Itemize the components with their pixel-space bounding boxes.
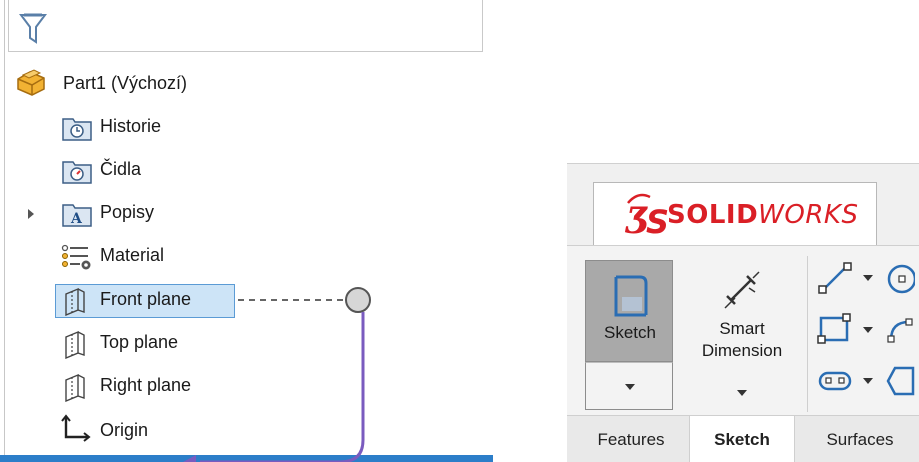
solidworks-logo[interactable]: Ʒ S SOLIDWORKS — [593, 182, 877, 246]
sketch-button-label: Sketch — [604, 323, 656, 342]
solidworks-wordmark: SOLIDWORKS — [667, 200, 858, 230]
svg-text:S: S — [646, 203, 669, 241]
filter-box[interactable] — [8, 0, 483, 52]
plane-icon — [65, 373, 85, 402]
slot-tool-button[interactable] — [817, 362, 915, 402]
expand-chevron-icon[interactable] — [28, 209, 34, 219]
part-icon — [17, 69, 45, 96]
tree-border — [4, 0, 5, 455]
logo-band: Ʒ S SOLIDWORKS — [567, 163, 919, 246]
smart-dimension-button[interactable]: Smart Dimension — [687, 260, 797, 410]
tree-item-origin[interactable]: Origin — [60, 413, 200, 447]
rectangle-tool-button[interactable] — [817, 310, 913, 350]
tree-item-label: Top plane — [100, 332, 179, 352]
polygon-tool-icon[interactable] — [885, 364, 915, 398]
tab-surfaces[interactable]: Surfaces — [805, 416, 915, 462]
tree-item-label: Historie — [100, 116, 162, 136]
material-icon — [61, 244, 91, 270]
svg-text:A: A — [70, 211, 83, 227]
tab-features[interactable]: Features — [579, 416, 683, 462]
ds-logo-icon: Ʒ S — [624, 193, 669, 241]
tab-sketch[interactable]: Sketch — [689, 416, 795, 462]
sketch-dropdown-button[interactable] — [585, 362, 673, 410]
sketch-icon — [614, 275, 648, 317]
smart-dimension-label-line-1: Smart — [719, 319, 765, 338]
rectangle-icon — [817, 313, 851, 344]
logo-solid-text: SOLID — [667, 200, 759, 230]
logo-works-text: WORKS — [758, 200, 859, 230]
slot-icon — [818, 371, 852, 391]
origin-icon — [61, 414, 91, 442]
tree-item-label: Right plane — [100, 375, 192, 395]
command-manager-ribbon: Sketch Smart Dimension — [567, 245, 919, 415]
smart-dimension-icon — [724, 271, 760, 309]
command-manager-tabs: Features Sketch Surfaces — [567, 415, 919, 462]
connector-arrow-head-icon — [183, 455, 196, 462]
line-icon — [818, 262, 852, 294]
ribbon-separator — [807, 256, 808, 412]
dropdown-caret-icon[interactable] — [863, 275, 873, 281]
history-folder-icon — [62, 118, 92, 141]
status-accent-bar — [0, 455, 493, 462]
part-label: Part1 (Výchozí) — [63, 73, 188, 93]
sketch-button[interactable]: Sketch — [585, 260, 673, 362]
solidworks-ribbon-panel: Ʒ S SOLIDWORKS Sketch Smart Dimension Fe… — [567, 163, 919, 462]
plane-icon — [65, 287, 85, 316]
tree-item-label: Front plane — [100, 289, 192, 309]
feature-manager-tree: Part1 (Výchozí) Historie Čidla A Popisy — [0, 0, 493, 462]
arc-tool-icon[interactable] — [885, 314, 915, 346]
smart-dimension-label-line-2: Dimension — [701, 341, 783, 360]
annotations-folder-icon: A — [62, 204, 92, 227]
tree-item-label: Čidla — [100, 159, 142, 179]
dropdown-caret-icon[interactable] — [737, 390, 747, 396]
line-tool-button[interactable] — [817, 260, 915, 300]
tree-item-label: Popisy — [100, 202, 155, 222]
tree-item-label: Origin — [100, 420, 149, 440]
dropdown-caret-icon[interactable] — [863, 327, 873, 333]
plane-icon — [65, 330, 85, 359]
circle-tool-icon[interactable] — [885, 262, 915, 296]
sensors-folder-icon — [62, 161, 92, 184]
tree-item-label: Material — [100, 245, 165, 265]
smart-dimension-label: Smart Dimension — [687, 318, 797, 362]
filter-icon[interactable] — [19, 12, 47, 46]
dropdown-caret-icon[interactable] — [863, 378, 873, 384]
dropdown-caret-icon — [625, 384, 635, 390]
